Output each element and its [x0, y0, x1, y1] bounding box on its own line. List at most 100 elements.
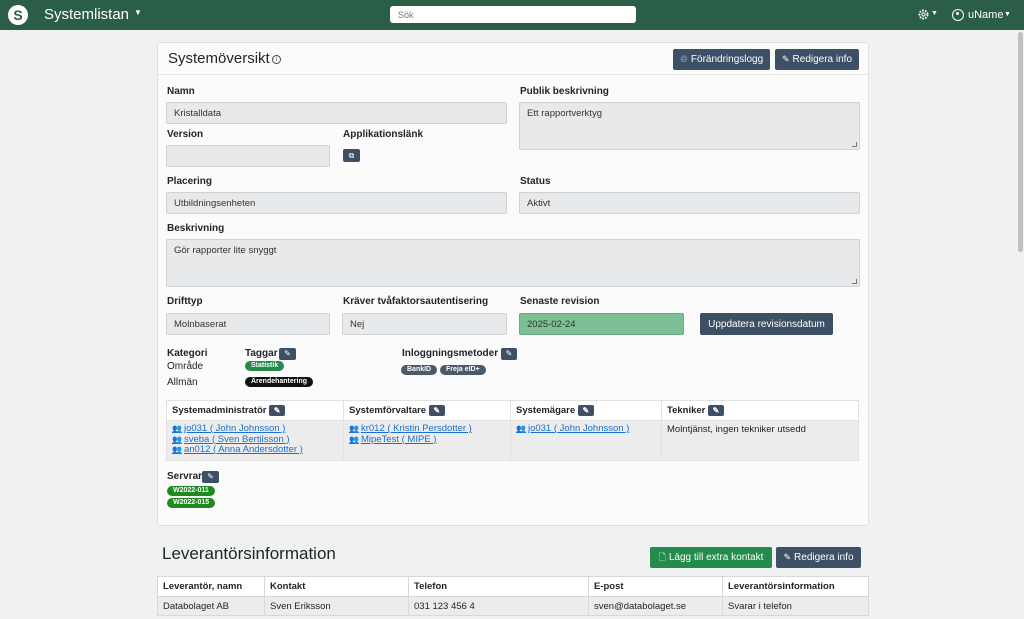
person-link-label: an012 ( Anna Andersdotter ) — [183, 444, 303, 455]
tag-badge: Ärendehantering — [245, 377, 314, 387]
person-link-label: jo031 ( John Johnsson ) — [527, 423, 630, 434]
people-icon: 👥 — [172, 445, 182, 454]
vendor-header-phone: Telefon — [408, 576, 589, 597]
edit-tech-pencil-icon[interactable]: ✎ — [708, 405, 725, 416]
scrollbar-thumb[interactable] — [1018, 32, 1023, 252]
edit-info-button-label: Redigera info — [792, 54, 853, 65]
people-icon: 👥 — [349, 424, 359, 433]
edit-tags-pencil-icon[interactable]: ✎ — [279, 348, 296, 360]
owner-header-label: Systemägare — [516, 405, 576, 416]
file-plus-icon: 🗋 — [658, 551, 666, 562]
vendor-table: Leverantör, namn Kontakt Telefon E-post … — [157, 576, 869, 616]
name-field[interactable]: Kristalldata — [166, 102, 507, 124]
description-value: Gör rapporter lite snyggt — [174, 245, 277, 256]
brand-title[interactable]: Systemlistan — [44, 6, 129, 23]
pencil-icon: ✎ — [781, 54, 790, 64]
vendor-contact-cell: Sven Eriksson — [264, 596, 409, 616]
edit-info-button[interactable]: ✎ Redigera info — [775, 49, 859, 70]
tech-header: Tekniker ✎ — [661, 400, 859, 421]
category-general: Allmän — [167, 377, 198, 388]
system-overview-card: Systemöversikt i ♲ Förändringslogg ✎ Redig… — [157, 42, 869, 526]
description-field[interactable]: Gör rapporter lite snyggt — [166, 239, 860, 287]
person-link-label: kr012 ( Kristin Persdotter ) — [360, 423, 472, 434]
public-description-value: Ett rapportverktyg — [527, 108, 602, 119]
status-field[interactable]: Aktivt — [519, 192, 860, 214]
server-badge[interactable]: W2022-015 — [167, 498, 216, 508]
version-field[interactable] — [166, 145, 330, 167]
external-link-icon[interactable]: ⧉ — [343, 149, 360, 162]
vendor-phone-cell: 031 123 456 4 — [408, 596, 589, 616]
person-link-label: sveba ( Sven Bertilsson ) — [183, 433, 290, 445]
person-link[interactable]: 👥 an012 ( Anna Andersdotter ) — [172, 444, 338, 456]
login-method-badge: Freja eID+ — [440, 365, 486, 375]
changelog-button[interactable]: ♲ Förändringslogg — [673, 49, 770, 70]
category-area: Område — [167, 361, 204, 372]
gear-icon[interactable] — [917, 8, 930, 21]
person-link-label: MipeTest ( MIPE ) — [360, 433, 437, 445]
public-description-label: Publik beskrivning — [520, 86, 609, 97]
vendor-edit-button[interactable]: ✎ Redigera info — [776, 547, 861, 568]
tech-cell: Molntjänst, ingen tekniker utsedd — [661, 420, 859, 461]
admin-cell: 👥 jo031 ( John Johnsson ) 👥 sveba ( Sven B… — [166, 420, 344, 461]
settings-caret-down-icon[interactable]: ▼ — [931, 10, 938, 17]
admin-header-label: Systemadministratör — [172, 405, 267, 416]
category-label: Kategori — [167, 348, 208, 359]
edit-owner-pencil-icon[interactable]: ✎ — [577, 405, 594, 416]
admin-header: Systemadministratör ✎ — [166, 400, 344, 421]
two-factor-label: Kräver tvåfaktorsautentisering — [343, 296, 489, 307]
edit-login-pencil-icon[interactable]: ✎ — [501, 348, 517, 360]
tech-header-label: Tekniker — [667, 405, 706, 416]
vendor-edit-button-label: Redigera info — [794, 552, 854, 563]
people-icon: 👥 — [516, 424, 526, 433]
vendor-info-cell: Svarar i telefon — [722, 596, 869, 616]
description-label: Beskrivning — [167, 223, 225, 234]
add-contact-button[interactable]: 🗋 Lägg till extra kontakt — [650, 547, 772, 568]
edit-manager-pencil-icon[interactable]: ✎ — [428, 405, 445, 416]
manager-header: Systemförvaltare ✎ — [343, 400, 511, 421]
edit-servers-pencil-icon[interactable]: ✎ — [202, 471, 219, 483]
two-factor-field[interactable]: Nej — [342, 313, 507, 335]
edit-admin-pencil-icon[interactable]: ✎ — [269, 405, 286, 416]
resize-handle-icon[interactable] — [852, 142, 857, 147]
info-icon[interactable]: i — [272, 55, 281, 64]
placement-field[interactable]: Utbildningsenheten — [166, 192, 507, 214]
update-revision-button[interactable]: Uppdatera revisionsdatum — [700, 313, 833, 335]
latest-revision-field[interactable]: 2025-02-24 — [519, 313, 684, 335]
owner-header: Systemägare ✎ — [510, 400, 662, 421]
changelog-button-label: Förändringslogg — [690, 54, 764, 65]
recycle-icon: ♲ — [679, 54, 688, 64]
table-row: Databolaget AB Sven Eriksson 031 123 456… — [157, 596, 869, 616]
people-icon: 👥 — [349, 434, 359, 444]
ops-type-field[interactable]: Molnbaserat — [166, 313, 330, 335]
tags-label: Taggar — [245, 348, 278, 359]
status-label: Status — [520, 176, 551, 187]
user-avatar-icon[interactable] — [952, 9, 964, 21]
user-caret-down-icon[interactable]: ▼ — [1004, 11, 1011, 18]
vendor-header-contact: Kontakt — [264, 576, 409, 597]
roles-table: Systemadministratör ✎ Systemförvaltare ✎… — [166, 400, 859, 461]
name-label: Namn — [167, 86, 195, 97]
vendor-name-cell: Databolaget AB — [157, 596, 265, 616]
server-badge[interactable]: W2022-011 — [167, 486, 215, 496]
brand-caret-down-icon[interactable]: ▼ — [134, 8, 142, 17]
app-link-label: Applikationslänk — [343, 129, 424, 140]
vendor-header-name: Leverantör, namn — [157, 576, 265, 597]
search-input[interactable] — [390, 6, 636, 23]
vendor-email-cell: sven@databolaget.se — [588, 596, 723, 616]
login-methods-label: Inloggningsmetoder — [402, 348, 499, 359]
card-header: Systemöversikt i ♲ Förändringslogg ✎ Redig… — [158, 43, 868, 75]
user-name[interactable]: uName — [968, 9, 1003, 21]
person-link[interactable]: 👥 MipeTest ( MIPE ) — [349, 433, 505, 446]
ops-type-label: Drifttyp — [167, 296, 203, 307]
resize-handle-icon[interactable] — [852, 279, 857, 284]
people-icon: 👥 — [172, 434, 182, 444]
person-link[interactable]: 👥 jo031 ( John Johnsson ) — [516, 423, 656, 435]
latest-revision-label: Senaste revision — [520, 296, 600, 307]
vendor-section-title: Leverantörsinformation — [162, 544, 336, 563]
public-description-field[interactable]: Ett rapportverktyg — [519, 102, 860, 150]
people-icon: 👥 — [172, 424, 182, 433]
owner-cell: 👥 jo031 ( John Johnsson ) — [510, 420, 662, 461]
servers-label: Servrar — [167, 471, 203, 482]
app-logo-icon[interactable]: S — [8, 5, 28, 25]
manager-header-label: Systemförvaltare — [349, 405, 427, 416]
